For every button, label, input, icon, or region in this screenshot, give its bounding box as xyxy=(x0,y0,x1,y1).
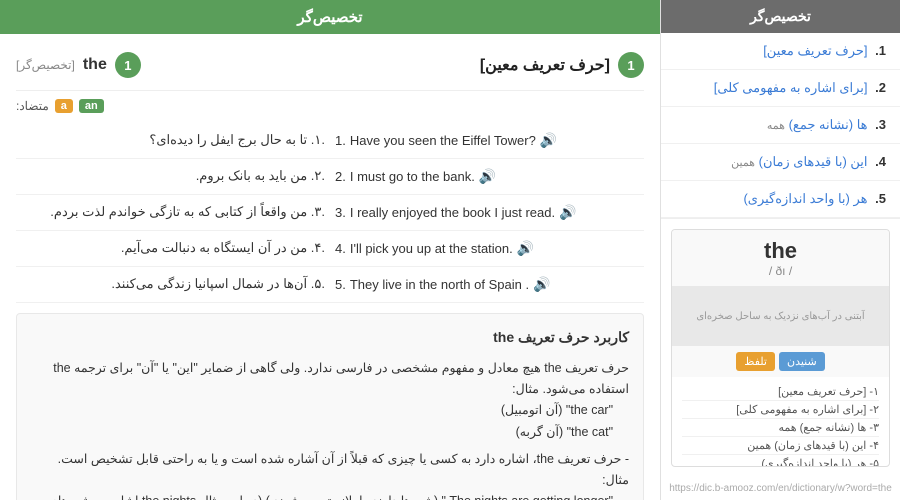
menu-item-1[interactable]: 1. [حرف تعریف معین] xyxy=(661,33,900,70)
sidebar: تخصیص‌گر 1. [حرف تعریف معین] 2. [برای اش… xyxy=(660,0,900,500)
example-fa-1: .۱. تا به حال برج ایفل را دیده‌ای؟ xyxy=(16,132,325,148)
speaker-icon-3[interactable]: 🔊 xyxy=(559,204,576,221)
main-header: تخصیص‌گر xyxy=(0,0,660,34)
speaker-icon-5[interactable]: 🔊 xyxy=(533,276,550,293)
example-num-2: 2. xyxy=(335,169,346,184)
meaning-4: ۴- این (با قیدهای زمان) همین xyxy=(682,437,879,455)
menu-text-2: [برای اشاره به مفهومی کلی] xyxy=(714,80,868,95)
speaker-icon-1[interactable]: 🔊 xyxy=(540,132,557,149)
menu-num-3: 3. xyxy=(875,117,886,132)
content-area: 1 [حرف تعریف معین] [تخصیص‌گر] the 1 an a… xyxy=(0,34,660,500)
example-fa-3: .۳. من واقعاً از کتابی که به تازگی خواند… xyxy=(16,204,325,220)
word-card-header: the / ðı / xyxy=(672,230,889,286)
menu-link-3[interactable]: 3. ها (نشانه جمع) همه xyxy=(661,107,900,143)
main-content: تخصیص‌گر 1 [حرف تعریف معین] [تخصیص‌گر] t… xyxy=(0,0,660,500)
word-def-right: 1 [حرف تعریف معین] xyxy=(480,52,644,78)
menu-num-2: 2. xyxy=(875,80,886,95)
word-card-meanings: ۱- [حرف تعریف معین] ۲- [برای اشاره به مف… xyxy=(672,377,889,467)
word-tag: [تخصیص‌گر] xyxy=(16,58,75,72)
example-fa-5: .۵. آن‌ها در شمال اسپانیا زندگی می‌کنند. xyxy=(16,276,325,292)
example-fa-4: .۴. من در آن ایستگاه به دنبالت می‌آیم. xyxy=(16,240,325,256)
menu-item-2[interactable]: 2. [برای اشاره به مفهومی کلی] xyxy=(661,70,900,107)
badge-right: 1 xyxy=(618,52,644,78)
antonym-badge-a: a xyxy=(55,99,73,113)
menu-text-4: این (با قیدهای زمان) xyxy=(759,154,868,169)
example-num-5: 5. xyxy=(335,277,346,292)
example-text-en-1: Have you seen the Eiffel Tower? xyxy=(350,133,536,148)
speaker-icon-4[interactable]: 🔊 xyxy=(517,240,534,257)
speaker-icon-2[interactable]: 🔊 xyxy=(479,168,496,185)
menu-item-5[interactable]: 5. هر (با واحد اندازه‌گیری) xyxy=(661,181,900,218)
desc-title: کاربرد حرف تعریف the xyxy=(31,326,629,350)
word-card-image: آبتنی در آب‌های نزدیک به ساحل صخره‌ای xyxy=(672,286,889,346)
desc-examples: "the car" (آن اتومبیل) "the cat" (آن گرب… xyxy=(31,400,613,443)
menu-item-4[interactable]: 4. این (با قیدهای زمان) همین xyxy=(661,144,900,181)
word-card-phonetic: / ðı / xyxy=(680,264,881,278)
meaning-1: ۱- [حرف تعریف معین] xyxy=(682,383,879,401)
word-title-fa: [حرف تعریف معین] xyxy=(480,55,610,75)
sidebar-menu: 1. [حرف تعریف معین] 2. [برای اشاره به مف… xyxy=(661,33,900,219)
menu-link-2[interactable]: 2. [برای اشاره به مفهومی کلی] xyxy=(661,70,900,106)
example-item-2: 2. I must go to the bank. 🔊 .۲. من باید … xyxy=(16,159,644,195)
meaning-2: ۲- [برای اشاره به مفهومی کلی] xyxy=(682,401,879,419)
menu-tag-4: همین xyxy=(731,157,755,169)
antonym-badge-an: an xyxy=(79,99,104,113)
example-en-3: 3. I really enjoyed the book I just read… xyxy=(335,204,644,221)
menu-num-1: 1. xyxy=(875,43,886,58)
example-num-4: 4. xyxy=(335,241,346,256)
menu-link-1[interactable]: 1. [حرف تعریف معین] xyxy=(661,33,900,69)
example-text-en-2: I must go to the bank. xyxy=(350,169,475,184)
example-en-5: 5. They live in the north of Spain . 🔊 xyxy=(335,276,644,293)
menu-item-3[interactable]: 3. ها (نشانه جمع) همه xyxy=(661,107,900,144)
example-en-2: 2. I must go to the bank. 🔊 xyxy=(335,168,644,185)
desc-para-1: حرف تعریف the هیچ معادل و مفهوم مشخصی در… xyxy=(31,358,629,401)
example-text-en-5: They live in the north of Spain . xyxy=(350,277,529,292)
example-list: 1. Have you seen the Eiffel Tower? 🔊 .۱.… xyxy=(16,123,644,303)
example-num-1: 1. xyxy=(335,133,346,148)
menu-text-1: [حرف تعریف معین] xyxy=(763,43,867,58)
example-num-3: 3. xyxy=(335,205,346,220)
example-item-5: 5. They live in the north of Spain . 🔊 .… xyxy=(16,267,644,303)
description-box: کاربرد حرف تعریف the حرف تعریف the هیچ م… xyxy=(16,313,644,500)
menu-link-5[interactable]: 5. هر (با واحد اندازه‌گیری) xyxy=(661,181,900,217)
example-item-4: 4. I'll pick you up at the station. 🔊 .۴… xyxy=(16,231,644,267)
example-fa-2: .۲. من باید به بانک بروم. xyxy=(16,168,325,184)
example-en-1: 1. Have you seen the Eiffel Tower? 🔊 xyxy=(335,132,644,149)
word-card: the / ðı / آبتنی در آب‌های نزدیک به ساحل… xyxy=(671,229,890,467)
example-item-3: 3. I really enjoyed the book I just read… xyxy=(16,195,644,231)
menu-tag-3: همه xyxy=(767,120,785,132)
desc-para-2: - حرف تعریف the، اشاره دارد به کسی یا چی… xyxy=(31,449,629,492)
menu-num-5: 5. xyxy=(875,191,886,206)
listen-button[interactable]: شنیدن xyxy=(779,352,825,371)
badge-left: 1 xyxy=(115,52,141,78)
meaning-5: ۵- هر (با واحد اندازه‌گیری) xyxy=(682,455,879,467)
sidebar-header: تخصیص‌گر xyxy=(661,0,900,33)
menu-text-3: ها (نشانه جمع) xyxy=(789,117,868,132)
menu-text-5: هر (با واحد اندازه‌گیری) xyxy=(743,191,867,206)
pronounce-button[interactable]: تلفظ xyxy=(736,352,775,371)
word-card-buttons: شنیدن تلفظ xyxy=(672,346,889,377)
antonym-row: an a متضاد: xyxy=(16,99,644,113)
desc-example-2: "The nights are getting longer." (شب‌ها … xyxy=(31,491,613,500)
word-def-left: [تخصیص‌گر] the 1 xyxy=(16,52,141,78)
example-text-en-4: I'll pick you up at the station. xyxy=(350,241,513,256)
example-en-4: 4. I'll pick you up at the station. 🔊 xyxy=(335,240,644,257)
example-text-en-3: I really enjoyed the book I just read. xyxy=(350,205,555,220)
menu-link-4[interactable]: 4. این (با قیدهای زمان) همین xyxy=(661,144,900,180)
word-def-row: 1 [حرف تعریف معین] [تخصیص‌گر] the 1 xyxy=(16,44,644,91)
word-english: the xyxy=(83,56,107,74)
word-card-word: the xyxy=(680,238,881,264)
meaning-3: ۳- ها (نشانه جمع) همه xyxy=(682,419,879,437)
example-item-1: 1. Have you seen the Eiffel Tower? 🔊 .۱.… xyxy=(16,123,644,159)
sidebar-url: https://dic.b-amooz.com/en/dictionary/w?… xyxy=(661,477,900,500)
antonym-label: متضاد: xyxy=(16,99,49,113)
menu-num-4: 4. xyxy=(875,154,886,169)
